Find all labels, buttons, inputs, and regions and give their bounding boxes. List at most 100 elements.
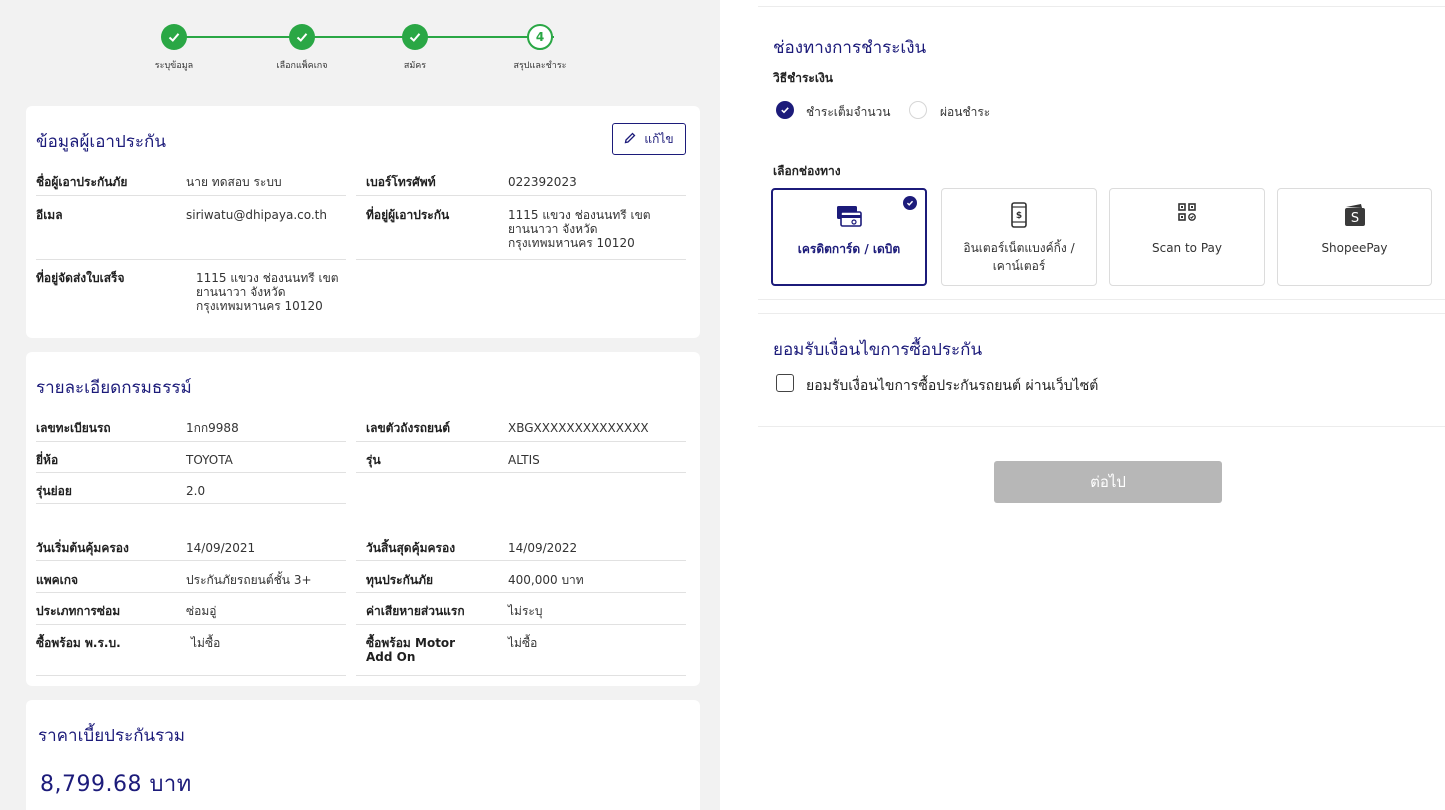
channel-label: ShopeePay (1321, 241, 1388, 255)
divider (36, 503, 346, 504)
addon-value: ไม่ซื้อ (508, 636, 538, 650)
premium-card: ราคาเบี้ยประกันรวม 8,799.68 บาท (26, 700, 700, 810)
premium-value: 8,799.68 บาท (40, 772, 192, 797)
divider (356, 441, 686, 442)
address-value: 1115 แขวง ช่องนนทรี เขต ยานนาวา จังหวัด … (508, 208, 651, 250)
package-value: ประกันภัยรถยนต์ชั้น 3+ (186, 573, 312, 587)
prb-value: ไม่ซื้อ (191, 636, 221, 650)
submodel-label: รุ่นย่อย (36, 484, 72, 498)
divider (356, 472, 686, 473)
terms-title: ยอมรับเงื่อนไขการซื้อประกัน (773, 340, 983, 360)
stepper-line (174, 36, 554, 38)
step-apply: สมัคร (375, 24, 455, 72)
deductible-label: ค่าเสียหายส่วนแรก (366, 604, 465, 618)
chassis-label: เลขตัวถังรถยนต์ (366, 421, 451, 435)
step-choose-package: เลือกแพ็คเกจ (262, 24, 342, 72)
channel-label: เครดิตการ์ด / เดบิต (797, 242, 901, 256)
agree-checkbox[interactable] (776, 374, 794, 392)
progress-stepper: ระบุข้อมูล เลือกแพ็คเกจ สมัคร 4 สรุปและช… (150, 18, 590, 88)
divider (36, 624, 346, 625)
end-date-label: วันสิ้นสุดคุ้มครอง (366, 541, 456, 555)
payment-method-title: วิธีชำระเงิน (773, 71, 833, 85)
pencil-icon (624, 132, 636, 147)
insured-info-title: ข้อมูลผู้เอาประกัน (36, 132, 166, 152)
repair-type-value: ซ่อมอู่ (186, 604, 217, 618)
step-number: 4 (527, 24, 553, 50)
channel-shopeepay[interactable]: S ShopeePay (1277, 188, 1432, 286)
check-icon (781, 107, 789, 114)
brand-value: TOYOTA (186, 453, 233, 467)
divider (36, 441, 346, 442)
plate-value: 1กก9988 (186, 421, 239, 435)
step-label: สมัคร (403, 61, 427, 71)
channel-credit-card[interactable]: เครดิตการ์ด / เดบิต (771, 188, 927, 286)
step-fill-info: ระบุข้อมูล (134, 24, 214, 72)
divider (36, 592, 346, 593)
sum-insured-label: ทุนประกันภัย (366, 573, 434, 587)
divider (36, 472, 346, 473)
insured-info-card: ข้อมูลผู้เอาประกัน แก้ไข ชื่อผู้เอาประกั… (26, 106, 700, 338)
start-date-label: วันเริ่มต้นคุ้มครอง (36, 541, 129, 555)
addon-label: ซื้อพร้อม Motor Add On (366, 636, 456, 664)
name-value: นาย ทดสอบ ระบบ (186, 175, 282, 189)
phone-label: เบอร์โทรศัพท์ (366, 175, 436, 189)
address-label: ที่อยู่ผู้เอาประกัน (366, 208, 450, 222)
premium-title: ราคาเบี้ยประกันรวม (38, 726, 186, 746)
installment-label: ผ่อนชำระ (940, 105, 991, 119)
qr-code-icon (1110, 201, 1264, 231)
submodel-value: 2.0 (186, 484, 206, 498)
divider (356, 195, 686, 196)
next-button[interactable]: ต่อไป (994, 461, 1222, 503)
divider (356, 592, 686, 593)
step-summary-pay: 4 สรุปและชำระ (500, 24, 580, 72)
divider (36, 675, 346, 676)
package-label: แพคเกจ (36, 573, 79, 587)
end-date-value: 14/09/2022 (508, 541, 578, 555)
mobile-banking-icon: $ (942, 201, 1096, 231)
radio-installment[interactable] (909, 101, 927, 119)
divider (356, 259, 686, 260)
svg-text:S: S (1350, 211, 1358, 226)
divider (356, 560, 686, 561)
check-icon (402, 24, 428, 50)
divider (36, 259, 346, 260)
edit-button[interactable]: แก้ไข (612, 123, 686, 155)
channel-label: Scan to Pay (1151, 241, 1222, 255)
edit-label: แก้ไข (644, 131, 674, 146)
brand-label: ยี่ห้อ (36, 453, 59, 467)
model-label: รุ่น (366, 453, 381, 467)
full-payment-label: ชำระเต็มจำนวน (806, 105, 891, 119)
terms-card (758, 313, 1445, 427)
prb-label: ซื้อพร้อม พ.ร.บ. (36, 636, 121, 650)
sum-insured-value: 400,000 บาท (508, 573, 584, 587)
chassis-value: XBGXXXXXXXXXXXXXX (508, 421, 649, 435)
svg-text:$: $ (1016, 211, 1022, 221)
repair-type-label: ประเภทการซ่อม (36, 604, 121, 618)
step-label: สรุปและชำระ (513, 61, 567, 71)
agree-label: ยอมรับเงื่อนไขการซื้อประกันรถยนต์ ผ่านเว… (806, 378, 1099, 394)
policy-details-card: รายละเอียดกรมธรรม์ เลขทะเบียนรถ 1กก9988 … (26, 352, 700, 686)
check-icon (289, 24, 315, 50)
divider (36, 195, 346, 196)
radio-full-payment[interactable] (776, 101, 794, 119)
credit-card-icon (773, 202, 925, 232)
channel-scan-to-pay[interactable]: Scan to Pay (1109, 188, 1265, 286)
channel-title: เลือกช่องทาง (773, 164, 841, 178)
channel-internet-banking[interactable]: $ อินเตอร์เน็ตแบงค์กิ้ง / เคาน์เตอร์ (941, 188, 1097, 286)
model-value: ALTIS (508, 453, 540, 467)
check-icon (161, 24, 187, 50)
divider (36, 560, 346, 561)
phone-value: 022392023 (508, 175, 577, 189)
name-label: ชื่อผู้เอาประกันภัย (36, 175, 128, 189)
payment-title: ช่องทางการชำระเงิน (773, 38, 927, 58)
email-value: siriwatu@dhipaya.co.th (186, 208, 327, 222)
email-label: อีเมล (36, 208, 63, 222)
channel-label: อินเตอร์เน็ตแบงค์กิ้ง / เคาน์เตอร์ (963, 241, 1075, 273)
plate-label: เลขทะเบียนรถ (36, 421, 111, 435)
shopeepay-icon: S (1278, 201, 1431, 231)
divider (356, 624, 686, 625)
receipt-address-label: ที่อยู่จัดส่งใบเสร็จ (36, 271, 125, 285)
divider (356, 675, 686, 676)
receipt-address-value: 1115 แขวง ช่องนนทรี เขต ยานนาวา จังหวัด … (196, 271, 339, 313)
step-label: เลือกแพ็คเกจ (276, 61, 328, 71)
